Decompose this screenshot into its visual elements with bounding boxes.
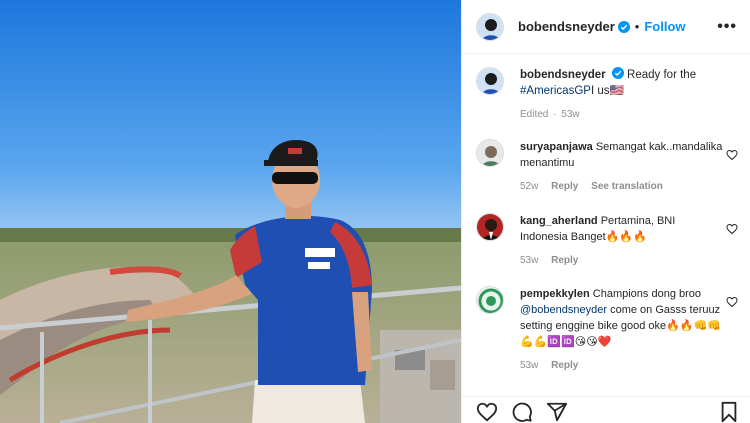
sky — [0, 0, 461, 240]
see-translation-button[interactable]: See translation — [591, 181, 663, 192]
bookmark-icon[interactable] — [718, 401, 740, 423]
comment-body: suryapanjawa Semangat kak..mandalika men… — [520, 139, 726, 195]
caption-text-end: I us — [590, 85, 610, 97]
edited-label: Edited — [520, 109, 549, 120]
shorts — [252, 380, 365, 423]
share-icon[interactable] — [546, 401, 568, 423]
verified-badge-icon — [617, 20, 630, 33]
comment-list[interactable]: bobendsneyder Ready for the #AmericasGPI… — [462, 55, 750, 395]
caption-body: bobendsneyder Ready for the #AmericasGPI… — [520, 67, 726, 123]
post-photo-canvas — [0, 0, 461, 423]
comment-body: kang_aherland Pertamina, BNI Indonesia B… — [520, 213, 726, 269]
action-bar — [462, 396, 750, 423]
heart-icon[interactable] — [726, 149, 738, 161]
comment-mention[interactable]: @bobendsneyder — [520, 304, 607, 316]
comment-text: Champions dong broo — [592, 288, 702, 300]
comment-meta: 53w Reply — [520, 253, 726, 269]
sunglasses — [272, 172, 318, 184]
avatar[interactable] — [476, 67, 504, 95]
comment-meta: 53w Reply — [520, 358, 726, 374]
post-side-panel: bobendsneyder • Follow ••• bobendsneyder — [461, 0, 750, 423]
verified-badge-icon — [611, 67, 624, 79]
heart-icon[interactable] — [726, 296, 738, 308]
flag-emoji: 🇺🇸 — [609, 85, 624, 97]
post-header: bobendsneyder • Follow ••• — [462, 0, 750, 54]
meta-separator: · — [553, 109, 557, 120]
comment-username[interactable]: suryapanjawa — [520, 141, 593, 153]
header-separator: • — [634, 19, 640, 34]
more-icon[interactable]: ••• — [717, 18, 737, 36]
reply-button[interactable]: Reply — [551, 181, 578, 192]
avatar[interactable] — [476, 213, 504, 241]
comment-age[interactable]: 53w — [520, 255, 538, 266]
caption-meta: Edited · 53w — [520, 107, 726, 123]
reply-button[interactable]: Reply — [551, 255, 578, 266]
caption-text: Ready for the — [627, 69, 697, 81]
avatar[interactable] — [476, 139, 504, 167]
avatar[interactable] — [476, 286, 504, 314]
comment-body: pempekkylen Champions dong broo @bobends… — [520, 286, 726, 374]
comment-meta: 52w Reply See translation — [520, 179, 726, 195]
follow-button[interactable]: Follow — [644, 19, 685, 34]
avatar[interactable] — [476, 12, 504, 41]
post-username[interactable]: bobendsneyder — [518, 19, 615, 34]
heart-icon[interactable] — [726, 223, 738, 235]
caption-username[interactable]: bobendsneyder — [520, 69, 606, 81]
comment-age[interactable]: 53w — [520, 360, 538, 371]
comment-icon[interactable] — [511, 401, 533, 423]
caption-hashtag[interactable]: #AmericasGP — [520, 85, 591, 97]
reply-button[interactable]: Reply — [551, 360, 578, 371]
jersey-logo-1 — [305, 248, 335, 257]
heart-icon[interactable] — [476, 401, 498, 423]
jersey-logo-2 — [308, 262, 330, 269]
caption-age[interactable]: 53w — [561, 109, 579, 120]
comment-username[interactable]: kang_aherland — [520, 215, 598, 227]
post-photo[interactable] — [0, 0, 461, 423]
comment-username[interactable]: pempekkylen — [520, 288, 590, 300]
comment-age[interactable]: 52w — [520, 181, 538, 192]
